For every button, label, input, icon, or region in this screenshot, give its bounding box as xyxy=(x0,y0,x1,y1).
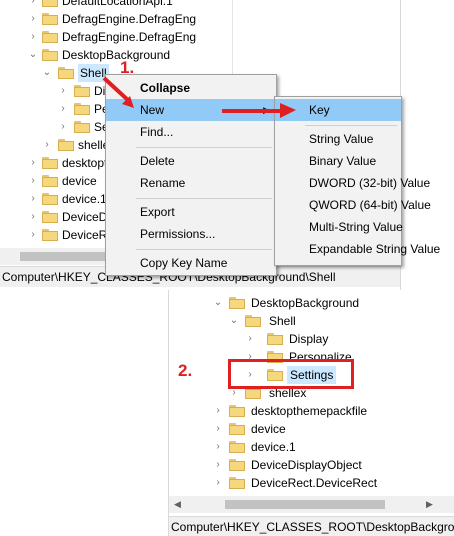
tree-item-label: DefaultLocationApi.1 xyxy=(62,0,173,8)
menu-item-find[interactable]: Find... xyxy=(106,121,276,143)
horizontal-scrollbar[interactable]: ◀ ▶ xyxy=(169,496,454,513)
folder-icon xyxy=(42,211,58,223)
tree-item-label: device.1 xyxy=(62,192,107,206)
tree-item[interactable]: ⌄ DesktopBackground xyxy=(0,46,230,64)
menu-separator xyxy=(305,125,397,126)
scroll-left-icon[interactable]: ◀ xyxy=(169,496,186,513)
menu-separator xyxy=(136,147,272,148)
menu-item-permissions[interactable]: Permissions... xyxy=(106,223,276,245)
submenu-item-multi-string-value[interactable]: Multi-String Value xyxy=(275,216,403,238)
tree-item-label: desktopthemepackfile xyxy=(251,404,368,418)
folder-icon xyxy=(42,49,58,61)
chevron-right-icon[interactable]: › xyxy=(213,420,223,438)
tree-item[interactable]: › DefragEngine.DefragEng xyxy=(0,10,230,28)
tree-item-label: DesktopBackground xyxy=(62,48,171,62)
tree-item[interactable]: › device xyxy=(169,420,454,438)
submenu-item-qword-value[interactable]: QWORD (64-bit) Value xyxy=(275,194,431,216)
menu-item-rename[interactable]: Rename xyxy=(106,172,276,194)
submenu-item-expandable-string-value[interactable]: Expandable String Value xyxy=(275,238,440,260)
tree-item-label: DefragEngine.DefragEng xyxy=(62,12,197,26)
folder-icon xyxy=(42,0,58,7)
menu-separator xyxy=(136,249,272,250)
folder-icon xyxy=(74,121,90,133)
folder-icon xyxy=(245,315,261,327)
chevron-right-icon[interactable]: › xyxy=(28,28,38,46)
bottom-registry-panel: ⌄ DesktopBackground ⌄ Shell › Display › … xyxy=(168,290,454,536)
submenu-item-dword-value[interactable]: DWORD (32-bit) Value xyxy=(275,172,430,194)
folder-icon xyxy=(74,103,90,115)
folder-icon xyxy=(229,459,245,471)
chevron-right-icon[interactable]: › xyxy=(28,190,38,208)
chevron-right-icon[interactable]: › xyxy=(42,136,52,154)
chevron-right-icon[interactable]: › xyxy=(213,474,223,492)
scrollbar-thumb[interactable] xyxy=(225,500,385,509)
chevron-right-icon[interactable]: › xyxy=(28,0,38,10)
folder-icon xyxy=(42,31,58,43)
folder-icon xyxy=(58,139,74,151)
step-2-annotation: 2. xyxy=(178,361,193,380)
chevron-right-icon[interactable]: › xyxy=(28,226,38,244)
tree-item[interactable]: › DefaultLocationApi.1 xyxy=(0,0,230,10)
chevron-right-icon[interactable]: › xyxy=(245,330,255,348)
chevron-right-icon[interactable]: › xyxy=(28,208,38,226)
chevron-right-icon[interactable]: › xyxy=(213,438,223,456)
tree-item[interactable]: › DefragEngine.DefragEng xyxy=(0,28,230,46)
scroll-right-icon[interactable]: ▶ xyxy=(421,496,438,513)
folder-icon xyxy=(42,229,58,241)
red-arrow-icon xyxy=(222,103,296,118)
chevron-right-icon[interactable]: › xyxy=(58,100,68,118)
tree-item-label: DeviceDisplayObject xyxy=(251,458,362,472)
folder-icon xyxy=(229,423,245,435)
chevron-right-icon[interactable]: › xyxy=(28,154,38,172)
chevron-right-icon[interactable]: › xyxy=(213,402,223,420)
menu-item-new-label: New xyxy=(140,103,165,117)
folder-icon xyxy=(42,193,58,205)
folder-icon xyxy=(42,175,58,187)
menu-item-delete[interactable]: Delete xyxy=(106,150,276,172)
folder-icon xyxy=(42,157,58,169)
chevron-right-icon[interactable]: › xyxy=(28,172,38,190)
folder-icon xyxy=(58,67,74,79)
folder-icon xyxy=(42,13,58,25)
tree-item-label: device xyxy=(251,422,286,436)
red-arrow-icon xyxy=(102,76,134,108)
chevron-down-icon[interactable]: ⌄ xyxy=(42,64,52,82)
tree-item-label: DesktopBackground xyxy=(251,296,360,310)
submenu-item-string-value[interactable]: String Value xyxy=(275,128,401,150)
chevron-down-icon[interactable]: ⌄ xyxy=(229,312,239,330)
folder-icon xyxy=(229,441,245,453)
tree-item-label: Shell xyxy=(269,314,296,328)
tree-item[interactable]: › DeviceRect.DeviceRect xyxy=(169,474,454,492)
step-1-annotation: 1. xyxy=(120,58,135,77)
tree-item-label: DeviceRect.DeviceRect xyxy=(251,476,378,490)
chevron-right-icon[interactable]: › xyxy=(58,82,68,100)
tree-item[interactable]: ⌄ DesktopBackground xyxy=(169,294,454,312)
red-highlight-box xyxy=(228,359,354,389)
menu-separator xyxy=(136,198,272,199)
new-submenu: Key String Value Binary Value DWORD (32-… xyxy=(274,96,440,266)
tree-item-label: device.1 xyxy=(251,440,296,454)
chevron-right-icon[interactable]: › xyxy=(58,118,68,136)
folder-icon xyxy=(267,333,283,345)
status-bar-path: Computer\HKEY_CLASSES_ROOT\DesktopBackgr… xyxy=(169,516,454,536)
menu-item-export[interactable]: Export xyxy=(106,201,276,223)
tree-item-label: device xyxy=(62,174,97,188)
tree-item[interactable]: › device.1 xyxy=(169,438,454,456)
submenu-item-binary-value[interactable]: Binary Value xyxy=(275,150,401,172)
folder-icon xyxy=(229,405,245,417)
tree-item-label: DefragEngine.DefragEng xyxy=(62,30,197,44)
chevron-down-icon[interactable]: ⌄ xyxy=(213,294,223,312)
folder-icon xyxy=(229,297,245,309)
tree-item[interactable]: › Display xyxy=(169,330,454,348)
folder-icon xyxy=(229,477,245,489)
folder-icon xyxy=(74,85,90,97)
chevron-down-icon[interactable]: ⌄ xyxy=(28,46,38,64)
menu-item-copy-key-name[interactable]: Copy Key Name xyxy=(106,252,276,274)
tree-item[interactable]: ⌄ Shell xyxy=(169,312,454,330)
tree-item-label: Display xyxy=(289,332,329,346)
tree-item[interactable]: › DeviceDisplayObject xyxy=(169,456,454,474)
chevron-right-icon[interactable]: › xyxy=(213,456,223,474)
tree-item[interactable]: › desktopthemepackfile xyxy=(169,402,454,420)
chevron-right-icon[interactable]: › xyxy=(28,10,38,28)
